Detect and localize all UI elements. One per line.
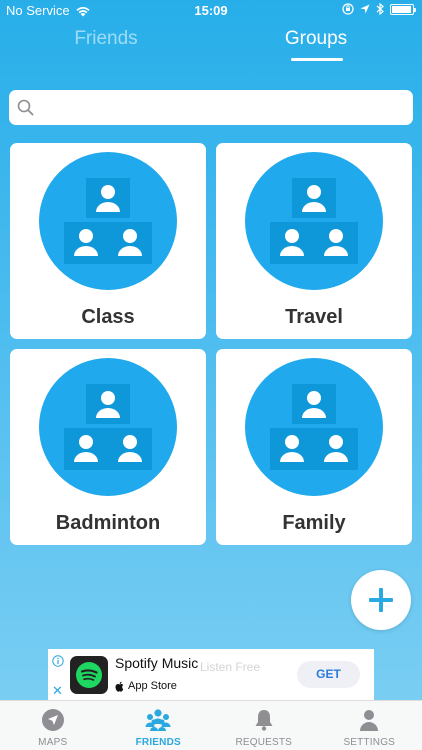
search-bar[interactable] (9, 90, 413, 125)
group-name: Family (282, 512, 346, 534)
spotify-logo-icon (70, 656, 108, 694)
tab-label: REQUESTS (235, 737, 293, 748)
ad-info-icon[interactable] (52, 655, 64, 667)
battery-fill (392, 5, 411, 13)
group-name: Travel (285, 306, 343, 328)
group-card-family[interactable]: Family (216, 349, 412, 545)
search-input[interactable] (40, 90, 413, 125)
location-arrow-icon (360, 4, 370, 14)
tab-friends-bottom[interactable]: FRIENDS (106, 701, 212, 750)
group-hierarchy-icon (64, 384, 152, 470)
group-card-travel[interactable]: Travel (216, 143, 412, 339)
people-group-icon (145, 709, 171, 731)
group-hierarchy-icon (270, 384, 358, 470)
orientation-lock-icon (342, 3, 354, 15)
status-right (342, 3, 416, 15)
plus-icon (369, 588, 393, 612)
group-card-class[interactable]: Class (10, 143, 206, 339)
ad-store-label: App Store (128, 680, 177, 692)
group-name: Class (81, 306, 135, 328)
ad-title: Spotify Music (115, 655, 199, 671)
tab-label: FRIENDS (135, 737, 181, 748)
search-icon (17, 99, 34, 116)
tab-maps[interactable]: MAPS (0, 701, 106, 750)
tab-settings[interactable]: SETTINGS (317, 701, 422, 750)
navigation-arrow-icon (41, 709, 64, 731)
tab-label: MAPS (38, 737, 68, 748)
tab-label: SETTINGS (343, 737, 396, 748)
ad-get-button[interactable]: GET (297, 661, 360, 688)
active-tab-indicator (291, 58, 343, 61)
bluetooth-icon (376, 3, 384, 15)
ad-close-icon[interactable]: ✕ (52, 683, 63, 699)
group-avatar (39, 152, 177, 290)
group-card-badminton[interactable]: Badminton (10, 349, 206, 545)
ad-ghost-text: Listen Free (200, 660, 261, 674)
group-name: Badminton (55, 512, 161, 534)
status-bar: No Service 15:09 (0, 0, 422, 22)
person-icon (360, 710, 379, 731)
tab-friends[interactable]: Friends (36, 28, 176, 50)
segment-tabs: Friends Groups (0, 28, 422, 68)
tab-requests[interactable]: REQUESTS (211, 701, 317, 750)
group-avatar (39, 358, 177, 496)
bottom-tab-bar: MAPS FRIENDS REQUESTS SETTINGS (0, 700, 422, 750)
ad-store: App Store (115, 680, 177, 692)
add-group-button[interactable] (351, 570, 411, 630)
group-hierarchy-icon (64, 178, 152, 264)
group-avatar (245, 358, 383, 496)
battery-icon (390, 3, 416, 15)
group-hierarchy-icon (270, 178, 358, 264)
apple-icon (115, 681, 124, 692)
group-avatar (245, 152, 383, 290)
ad-banner[interactable]: ✕ Spotify Music Listen Free App Store GE… (48, 649, 374, 700)
tab-groups[interactable]: Groups (246, 28, 386, 50)
bell-icon (255, 710, 273, 731)
